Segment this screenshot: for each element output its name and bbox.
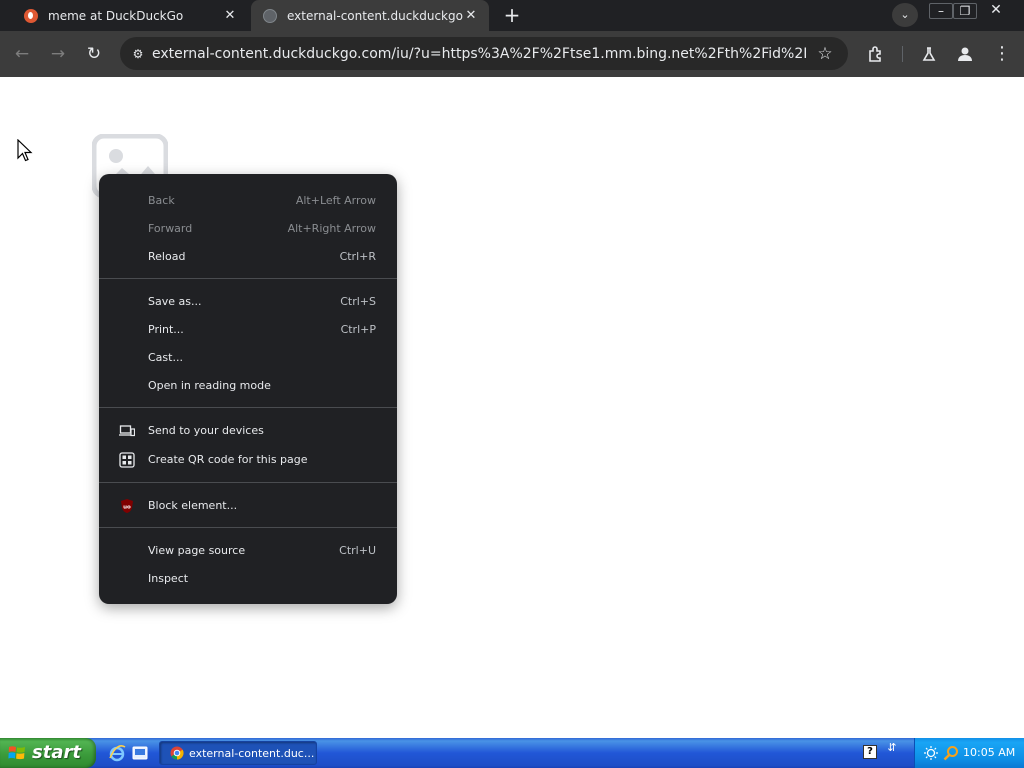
close-icon[interactable]: ✕ xyxy=(463,8,479,24)
arrow-right-icon[interactable]: → xyxy=(46,42,70,66)
close-icon[interactable]: ✕ xyxy=(222,8,238,24)
flask-icon[interactable] xyxy=(917,42,941,66)
arrow-left-icon[interactable]: ← xyxy=(10,42,34,66)
menu-item-reload[interactable]: Reload Ctrl+R xyxy=(99,244,397,270)
menu-item-shortcut: Ctrl+U xyxy=(339,544,376,557)
menu-item-forward[interactable]: Forward Alt+Right Arrow xyxy=(99,216,397,242)
search-icon[interactable] xyxy=(943,745,959,761)
menu-item-label: View page source xyxy=(148,544,246,557)
kebab-menu-icon[interactable]: ⋮ xyxy=(990,42,1014,66)
menu-item-reading-mode[interactable]: Open in reading mode xyxy=(99,373,397,399)
ublock-origin-icon: uo xyxy=(121,499,133,513)
new-tab-button[interactable]: + xyxy=(500,4,524,26)
menu-separator xyxy=(99,278,397,279)
sun-icon[interactable] xyxy=(923,745,939,761)
menu-item-label: Block element... xyxy=(148,499,238,512)
mouse-cursor-icon xyxy=(17,139,33,162)
duckduckgo-icon xyxy=(24,8,38,23)
menu-item-save-as[interactable]: Save as... Ctrl+S xyxy=(99,289,397,315)
menu-item-block-element[interactable]: uo Block element... xyxy=(99,493,397,519)
qr-code-icon xyxy=(119,452,135,468)
menu-item-label: Print... xyxy=(148,323,184,336)
menu-item-label: Open in reading mode xyxy=(148,379,271,392)
person-icon[interactable] xyxy=(953,42,977,66)
browser-toolbar: ← → ↻ ⚙ external-content.duckduckgo.com/… xyxy=(0,31,1024,77)
svg-text:uo: uo xyxy=(123,505,131,511)
menu-item-label: Back xyxy=(148,194,175,207)
windows-flag-icon xyxy=(8,746,25,760)
tab-search-button[interactable]: ⌄ xyxy=(892,3,918,27)
clock: 10:05 AM xyxy=(963,746,1016,759)
menu-item-shortcut: Ctrl+R xyxy=(339,250,376,263)
menu-item-back[interactable]: Back Alt+Left Arrow xyxy=(99,188,397,214)
menu-item-print[interactable]: Print... Ctrl+P xyxy=(99,317,397,343)
menu-item-label: Create QR code for this page xyxy=(148,453,308,466)
menu-item-label: Cast... xyxy=(148,351,183,364)
task-button-chrome[interactable]: external-content.duc... xyxy=(159,741,317,765)
menu-item-label: Reload xyxy=(148,250,186,263)
menu-item-send-to-devices[interactable]: Send to your devices xyxy=(99,418,397,444)
menu-item-label: Save as... xyxy=(148,295,202,308)
devices-icon xyxy=(119,425,135,437)
menu-item-label: Inspect xyxy=(148,572,189,585)
menu-item-cast[interactable]: Cast... xyxy=(99,345,397,371)
tab-external-content[interactable]: external-content.duckduckgo.com/ ✕ xyxy=(251,0,489,31)
show-desktop-icon[interactable] xyxy=(131,744,149,762)
tab-strip: meme at DuckDuckGo ✕ external-content.du… xyxy=(0,0,1024,31)
menu-item-label: Send to your devices xyxy=(148,424,264,437)
network-arrows-icon[interactable]: ⇵ xyxy=(885,742,899,761)
close-window-button[interactable]: ✕ xyxy=(985,3,1007,17)
menu-item-shortcut: Ctrl+S xyxy=(340,295,376,308)
reload-icon[interactable]: ↻ xyxy=(82,42,106,66)
start-button[interactable]: start xyxy=(0,738,96,768)
internet-explorer-icon[interactable] xyxy=(108,744,126,762)
address-bar[interactable]: ⚙ external-content.duckduckgo.com/iu/?u=… xyxy=(120,37,848,70)
menu-item-shortcut: Ctrl+P xyxy=(340,323,376,336)
tune-icon[interactable]: ⚙ xyxy=(130,47,146,61)
minimize-button[interactable]: – xyxy=(929,3,953,19)
menu-item-inspect[interactable]: Inspect xyxy=(99,566,397,592)
menu-item-label: Forward xyxy=(148,222,193,235)
restore-button[interactable]: ❐ xyxy=(953,3,977,19)
tab-meme-duckduckgo[interactable]: meme at DuckDuckGo ✕ xyxy=(8,0,248,31)
taskbar: start external-content.duc... ? ⇵ 10:05 … xyxy=(0,738,1024,768)
menu-separator xyxy=(99,407,397,408)
star-icon[interactable]: ☆ xyxy=(814,44,836,64)
menu-separator xyxy=(99,527,397,528)
toolbar-divider xyxy=(902,46,903,62)
task-button-label: external-content.duc... xyxy=(189,747,315,760)
url-text[interactable]: external-content.duckduckgo.com/iu/?u=ht… xyxy=(152,46,806,62)
menu-item-shortcut: Alt+Left Arrow xyxy=(295,194,376,207)
menu-item-view-source[interactable]: View page source Ctrl+U xyxy=(99,538,397,564)
start-label: start xyxy=(32,742,81,763)
globe-icon xyxy=(263,8,277,23)
chrome-icon xyxy=(170,746,184,760)
context-menu: Back Alt+Left Arrow Forward Alt+Right Ar… xyxy=(99,174,397,604)
menu-item-shortcut: Alt+Right Arrow xyxy=(287,222,376,235)
help-icon[interactable]: ? xyxy=(863,745,877,759)
tab-title: external-content.duckduckgo.com/ xyxy=(287,8,463,23)
system-tray: 10:05 AM xyxy=(914,738,1024,768)
tab-title: meme at DuckDuckGo xyxy=(48,8,184,23)
menu-item-create-qr-code[interactable]: Create QR code for this page xyxy=(99,447,397,473)
puzzle-icon[interactable] xyxy=(864,42,888,66)
menu-separator xyxy=(99,482,397,483)
